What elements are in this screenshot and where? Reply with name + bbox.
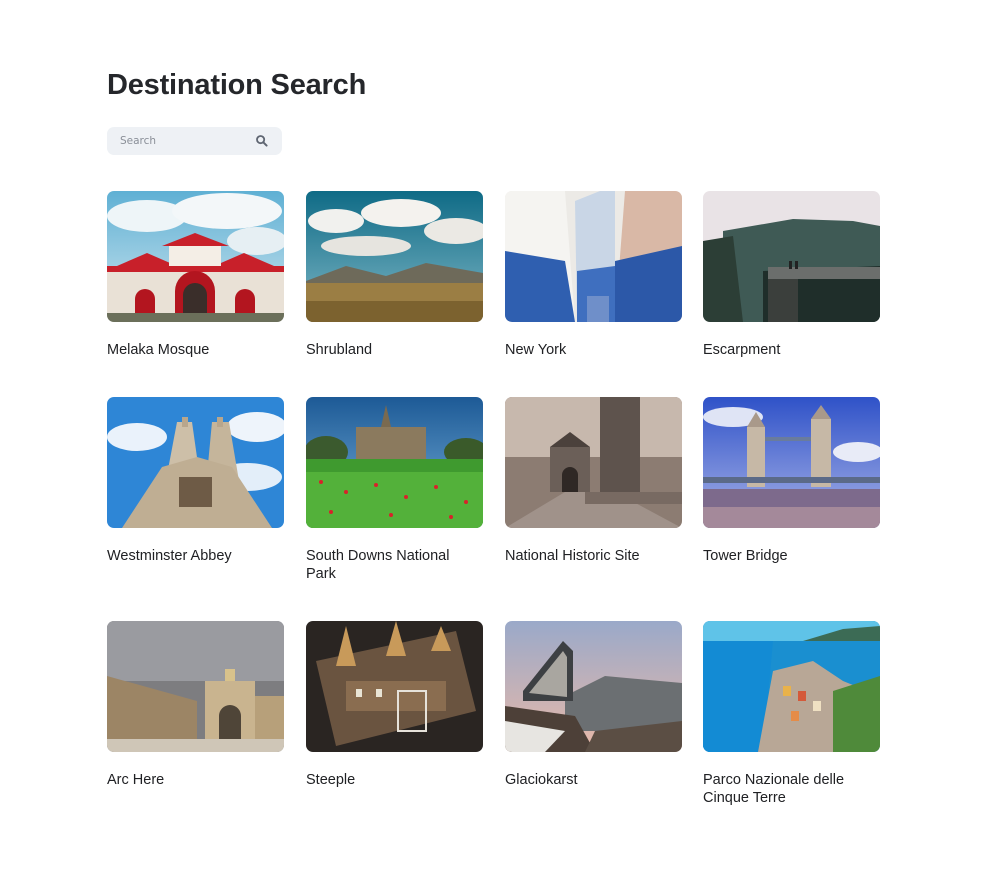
destination-image[interactable] bbox=[306, 191, 483, 322]
destination-card-new-york[interactable]: New York bbox=[505, 191, 682, 359]
destination-card-arc-here[interactable]: Arc Here bbox=[107, 621, 284, 789]
destination-card-south-downs[interactable]: South Downs National Park bbox=[306, 397, 483, 583]
destination-card-westminster-abbey[interactable]: Westminster Abbey bbox=[107, 397, 284, 565]
page-title: Destination Search bbox=[107, 69, 367, 101]
destination-image[interactable] bbox=[107, 191, 284, 322]
destination-image[interactable] bbox=[703, 191, 880, 322]
destination-card-shrubland[interactable]: Shrubland bbox=[306, 191, 483, 359]
search-bar[interactable] bbox=[107, 127, 282, 155]
destination-name[interactable]: National Historic Site bbox=[505, 547, 682, 565]
destination-card-national-historic-site[interactable]: National Historic Site bbox=[505, 397, 682, 565]
destination-image[interactable] bbox=[306, 397, 483, 528]
search-icon[interactable] bbox=[255, 134, 269, 148]
destination-name[interactable]: Tower Bridge bbox=[703, 547, 880, 565]
destination-name[interactable]: New York bbox=[505, 341, 682, 359]
destination-image[interactable] bbox=[505, 621, 682, 752]
destination-search-page: Destination Search Search Melaka Mosque … bbox=[107, 66, 880, 806]
destination-name[interactable]: Glaciokarst bbox=[505, 771, 682, 789]
destination-name[interactable]: Steeple bbox=[306, 771, 483, 789]
destination-name[interactable]: Westminster Abbey bbox=[107, 547, 284, 565]
destination-name[interactable]: South Downs National Park bbox=[306, 547, 483, 583]
destination-name[interactable]: Shrubland bbox=[306, 341, 483, 359]
destination-card-steeple[interactable]: Steeple bbox=[306, 621, 483, 789]
destination-card-tower-bridge[interactable]: Tower Bridge bbox=[703, 397, 880, 565]
destination-name[interactable]: Melaka Mosque bbox=[107, 341, 284, 359]
destination-name[interactable]: Parco Nazionale delle Cinque Terre bbox=[703, 771, 880, 807]
destination-name[interactable]: Arc Here bbox=[107, 771, 284, 789]
destination-image[interactable] bbox=[107, 397, 284, 528]
destination-image[interactable] bbox=[505, 397, 682, 528]
destination-card-melaka-mosque[interactable]: Melaka Mosque bbox=[107, 191, 284, 359]
destination-card-cinque-terre[interactable]: Parco Nazionale delle Cinque Terre bbox=[703, 621, 880, 807]
destination-card-glaciokarst[interactable]: Glaciokarst bbox=[505, 621, 682, 789]
destination-name[interactable]: Escarpment bbox=[703, 341, 880, 359]
destination-image[interactable] bbox=[703, 621, 880, 752]
destination-image[interactable] bbox=[703, 397, 880, 528]
destination-image[interactable] bbox=[306, 621, 483, 752]
destination-image[interactable] bbox=[505, 191, 682, 322]
destination-image[interactable] bbox=[107, 621, 284, 752]
destination-card-escarpment[interactable]: Escarpment bbox=[703, 191, 880, 359]
search-input[interactable] bbox=[107, 127, 260, 155]
